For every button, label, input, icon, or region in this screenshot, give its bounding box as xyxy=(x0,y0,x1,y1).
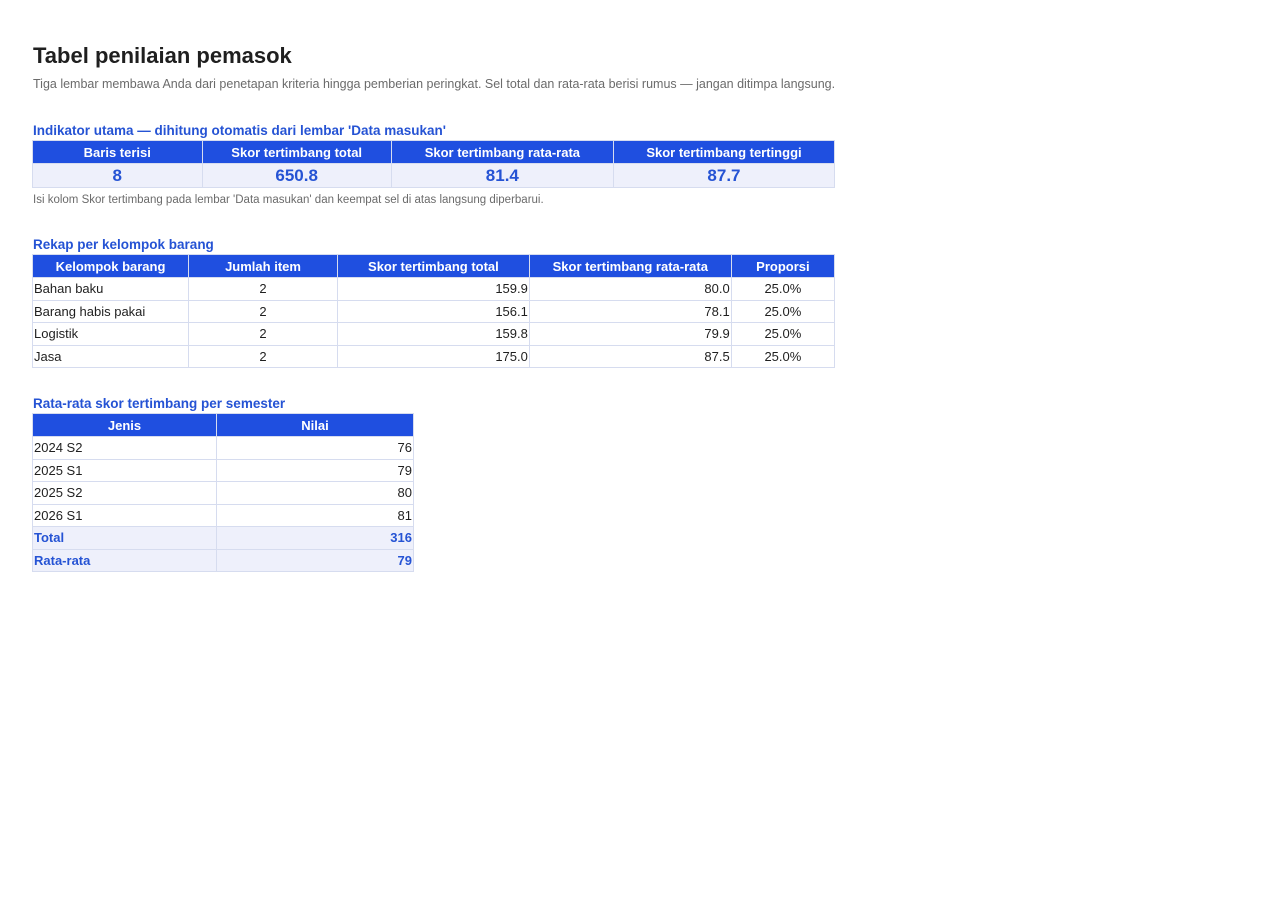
semester-value-cell[interactable]: 80 xyxy=(216,481,414,505)
table-row: 2024 S2 76 xyxy=(32,436,414,460)
total-score-cell[interactable]: 159.8 xyxy=(336,322,530,346)
kpi-header-cell[interactable]: Baris terisi xyxy=(32,140,203,164)
group-name-cell[interactable]: Logistik xyxy=(31,322,190,346)
group-recap-heading: Rekap per kelompok barang xyxy=(33,237,214,252)
proportion-cell[interactable]: 25.0% xyxy=(730,344,836,368)
total-row: Total 316 xyxy=(32,526,414,550)
semester-header-cell[interactable]: Nilai xyxy=(216,413,414,437)
semester-type-cell[interactable]: 2024 S2 xyxy=(32,436,217,460)
average-score-cell[interactable]: 78.1 xyxy=(528,299,732,323)
kpi-heading: Indikator utama — dihitung otomatis dari… xyxy=(33,123,446,138)
average-score-cell[interactable]: 79.9 xyxy=(528,322,732,346)
table-row: Jasa 2 175.0 87.5 25.0% xyxy=(31,344,836,368)
total-score-cell[interactable]: 156.1 xyxy=(336,299,530,323)
kpi-average-score-value[interactable]: 81.4 xyxy=(390,163,614,188)
group-name-cell[interactable]: Barang habis pakai xyxy=(31,299,190,323)
kpi-max-score-value[interactable]: 87.7 xyxy=(612,163,836,188)
proportion-cell[interactable]: 25.0% xyxy=(730,322,836,346)
semester-header-cell[interactable]: Jenis xyxy=(32,413,217,437)
total-label-cell[interactable]: Total xyxy=(32,526,217,550)
average-score-cell[interactable]: 87.5 xyxy=(528,344,732,368)
semester-section: Rata-rata skor tertimbang per semester J… xyxy=(32,395,414,572)
table-row: Logistik 2 159.8 79.9 25.0% xyxy=(31,322,836,346)
page-title: Tabel penilaian pemasok xyxy=(33,43,292,68)
average-row: Rata-rata 79 xyxy=(32,548,414,572)
group-header-row: Kelompok barang Jumlah item Skor tertimb… xyxy=(31,254,836,278)
total-value-cell[interactable]: 316 xyxy=(216,526,414,550)
group-header-cell[interactable]: Skor tertimbang rata-rata xyxy=(528,254,732,278)
item-count-cell[interactable]: 2 xyxy=(188,277,338,301)
group-recap-table: Kelompok barang Jumlah item Skor tertimb… xyxy=(31,254,836,368)
group-name-cell[interactable]: Jasa xyxy=(31,344,190,368)
group-header-cell[interactable]: Jumlah item xyxy=(188,254,338,278)
item-count-cell[interactable]: 2 xyxy=(188,344,338,368)
proportion-cell[interactable]: 25.0% xyxy=(730,299,836,323)
kpi-header-cell[interactable]: Skor tertimbang tertinggi xyxy=(612,140,836,164)
semester-value-cell[interactable]: 79 xyxy=(216,458,414,482)
kpi-section: Indikator utama — dihitung otomatis dari… xyxy=(32,122,836,208)
average-score-cell[interactable]: 80.0 xyxy=(528,277,732,301)
group-header-cell[interactable]: Skor tertimbang total xyxy=(336,254,530,278)
average-label-cell[interactable]: Rata-rata xyxy=(32,548,217,572)
proportion-cell[interactable]: 25.0% xyxy=(730,277,836,301)
kpi-filled-rows-value[interactable]: 8 xyxy=(32,163,203,188)
semester-heading: Rata-rata skor tertimbang per semester xyxy=(33,396,286,411)
table-row: Barang habis pakai 2 156.1 78.1 25.0% xyxy=(31,299,836,323)
semester-type-cell[interactable]: 2025 S1 xyxy=(32,458,217,482)
semester-type-cell[interactable]: 2026 S1 xyxy=(32,503,217,527)
kpi-note: Isi kolom Skor tertimbang pada lembar 'D… xyxy=(33,194,544,206)
semester-value-cell[interactable]: 81 xyxy=(216,503,414,527)
semester-value-cell[interactable]: 76 xyxy=(216,436,414,460)
group-header-cell[interactable]: Proporsi xyxy=(730,254,836,278)
kpi-header-row: Baris terisi Skor tertimbang total Skor … xyxy=(32,140,836,164)
kpi-table: Baris terisi Skor tertimbang total Skor … xyxy=(32,140,836,188)
group-recap-section: Rekap per kelompok barang Kelompok baran… xyxy=(31,236,836,368)
kpi-value-row: 8 650.8 81.4 87.7 xyxy=(32,163,836,188)
total-score-cell[interactable]: 159.9 xyxy=(336,277,530,301)
table-row: 2025 S2 80 xyxy=(32,481,414,505)
semester-header-row: Jenis Nilai xyxy=(32,413,414,437)
sheet-page: Tabel penilaian pemasok Tiga lembar memb… xyxy=(31,42,836,572)
group-name-cell[interactable]: Bahan baku xyxy=(31,277,190,301)
semester-table: Jenis Nilai 2024 S2 76 2025 S1 79 2025 S… xyxy=(32,413,414,572)
total-score-cell[interactable]: 175.0 xyxy=(336,344,530,368)
item-count-cell[interactable]: 2 xyxy=(188,322,338,346)
item-count-cell[interactable]: 2 xyxy=(188,299,338,323)
table-row: Bahan baku 2 159.9 80.0 25.0% xyxy=(31,277,836,301)
semester-type-cell[interactable]: 2025 S2 xyxy=(32,481,217,505)
table-row: 2026 S1 81 xyxy=(32,503,414,527)
kpi-header-cell[interactable]: Skor tertimbang total xyxy=(201,140,392,164)
average-value-cell[interactable]: 79 xyxy=(216,548,414,572)
table-row: 2025 S1 79 xyxy=(32,458,414,482)
group-header-cell[interactable]: Kelompok barang xyxy=(31,254,190,278)
page-subtitle: Tiga lembar membawa Anda dari penetapan … xyxy=(33,77,836,91)
kpi-total-score-value[interactable]: 650.8 xyxy=(201,163,392,188)
kpi-header-cell[interactable]: Skor tertimbang rata-rata xyxy=(390,140,614,164)
